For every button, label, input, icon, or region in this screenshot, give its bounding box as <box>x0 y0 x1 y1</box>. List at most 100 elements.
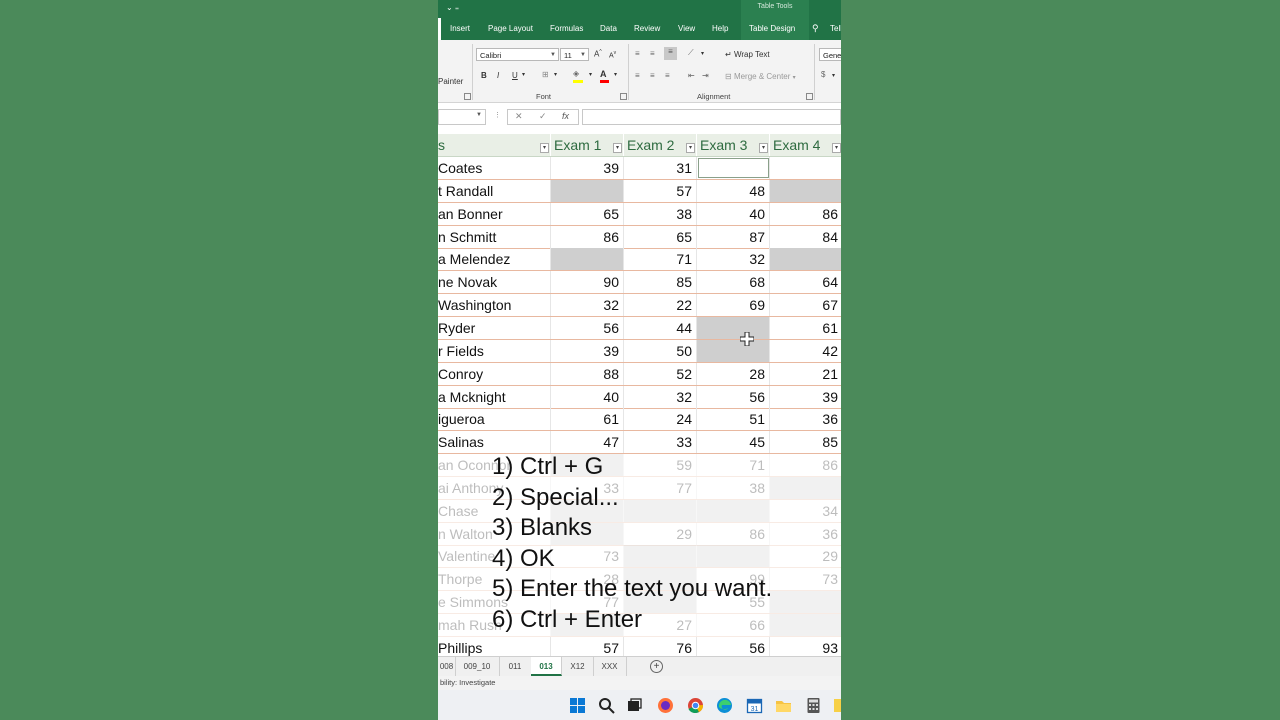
student-name-cell[interactable]: t Randall <box>438 179 551 202</box>
edge-icon[interactable] <box>716 697 733 714</box>
student-name-cell[interactable]: Conroy <box>438 362 551 385</box>
align-left-icon[interactable]: ≡ <box>635 71 640 80</box>
exam-3-cell[interactable]: 56 <box>697 385 770 408</box>
align-bottom-icon[interactable]: ≡ <box>664 47 677 60</box>
sheet-tab-xxx[interactable]: XXX <box>593 657 627 676</box>
add-sheet-icon[interactable]: + <box>650 660 663 673</box>
exam-4-cell[interactable]: 29 <box>770 545 841 567</box>
exam-2-cell[interactable]: 50 <box>624 339 697 362</box>
merge-center-button[interactable]: ⊟ Merge & Center ▾ <box>725 72 796 81</box>
exam-3-cell[interactable]: 45 <box>697 431 770 454</box>
tab-review[interactable]: Review <box>634 24 660 33</box>
exam-1-cell[interactable]: 39 <box>551 339 624 362</box>
quick-access-chevron-icon[interactable]: ⌄ ₌ <box>446 3 459 12</box>
exam-2-cell[interactable]: 57 <box>624 179 697 202</box>
exam-1-cell[interactable]: 39 <box>551 157 624 179</box>
name-column-header[interactable]: s ▾ <box>438 134 551 156</box>
calendar-icon[interactable]: 31 <box>746 697 763 714</box>
fill-color-icon[interactable]: ◈ <box>573 69 583 83</box>
exam-1-cell[interactable] <box>551 179 624 202</box>
sheet-tab-008[interactable]: 008 <box>438 657 456 676</box>
font-name-dropdown[interactable]: Calibri ▼ <box>476 48 559 61</box>
chevron-down-icon[interactable]: ▾ <box>701 50 704 57</box>
tab-help[interactable]: Help <box>712 24 728 33</box>
exam-3-cell[interactable]: 51 <box>697 408 770 431</box>
exam-3-cell[interactable]: 56 <box>697 636 770 656</box>
font-size-dropdown[interactable]: 11 ▼ <box>560 48 589 61</box>
exam-4-cell[interactable] <box>770 248 841 271</box>
exam-4-cell[interactable] <box>770 179 841 202</box>
exam-2-cell[interactable]: 44 <box>624 316 697 339</box>
student-name-cell[interactable]: Washington <box>438 294 551 317</box>
align-top-icon[interactable]: ≡ <box>635 49 640 58</box>
exam-4-cell[interactable]: 61 <box>770 317 841 339</box>
student-name-cell[interactable]: an Bonner <box>438 202 551 225</box>
exam-4-cell[interactable]: 67 <box>770 294 841 316</box>
exam-2-cell[interactable]: 71 <box>624 248 697 271</box>
exam-2-cell[interactable]: 22 <box>624 294 697 317</box>
formula-input[interactable] <box>582 109 841 125</box>
exam-2-header[interactable]: Exam 2 ▾ <box>624 134 697 156</box>
calculator-icon[interactable] <box>805 697 822 714</box>
number-format-dropdown[interactable]: Gene <box>819 48 841 61</box>
chevron-down-icon[interactable]: ▾ <box>554 71 557 78</box>
student-name-cell[interactable]: r Fields <box>438 339 551 362</box>
tab-insert[interactable]: Insert <box>450 24 470 33</box>
tab-table-design[interactable]: Table Design <box>749 24 795 33</box>
alignment-launcher-icon[interactable] <box>806 93 813 100</box>
borders-icon[interactable]: ⊞ <box>542 70 549 79</box>
exam-4-cell[interactable]: 42 <box>770 340 841 362</box>
exam-4-cell[interactable]: 84 <box>770 226 841 248</box>
tab-data[interactable]: Data <box>600 24 617 33</box>
tab-view[interactable]: View <box>678 24 695 33</box>
exam-4-cell[interactable]: 21 <box>770 363 841 385</box>
chevron-down-icon[interactable]: ▾ <box>614 71 617 78</box>
student-name-cell[interactable]: Salinas <box>438 431 551 454</box>
tab-page-layout[interactable]: Page Layout <box>488 24 533 33</box>
insert-function-button[interactable]: fx <box>562 111 569 121</box>
exam-4-cell[interactable]: 39 <box>770 386 841 408</box>
firefox-icon[interactable] <box>657 697 674 714</box>
exam-2-cell[interactable]: 85 <box>624 271 697 294</box>
exam-1-cell[interactable]: 65 <box>551 202 624 225</box>
exam-4-cell[interactable]: 93 <box>770 637 841 656</box>
student-name-cell[interactable]: a Mcknight <box>438 385 551 408</box>
exam-1-cell[interactable]: 57 <box>551 636 624 656</box>
chevron-down-icon[interactable]: ▾ <box>832 72 835 79</box>
exam-4-cell[interactable]: 36 <box>770 523 841 545</box>
search-icon[interactable] <box>598 697 615 714</box>
exam-4-cell[interactable]: 85 <box>770 431 841 453</box>
italic-button[interactable]: I <box>497 71 499 80</box>
exam-4-cell[interactable] <box>770 614 841 636</box>
decrease-font-icon[interactable]: Av <box>609 50 616 59</box>
wrap-text-button[interactable]: ↵ Wrap Text <box>725 50 770 59</box>
exam-4-header[interactable]: Exam 4 ▾ <box>770 134 841 156</box>
exam-4-cell[interactable]: 64 <box>770 271 841 293</box>
student-name-cell[interactable]: n Schmitt <box>438 225 551 248</box>
filter-dropdown-icon[interactable]: ▾ <box>613 143 622 153</box>
enter-icon[interactable]: ✓ <box>539 111 547 122</box>
currency-icon[interactable]: $ <box>821 70 825 79</box>
chevron-down-icon[interactable]: ▾ <box>589 71 592 78</box>
filter-dropdown-icon[interactable]: ▾ <box>759 143 768 153</box>
exam-1-cell[interactable]: 47 <box>551 431 624 454</box>
exam-2-cell[interactable]: 65 <box>624 225 697 248</box>
exam-3-cell[interactable]: 32 <box>697 248 770 271</box>
font-launcher-icon[interactable] <box>620 93 627 100</box>
align-center-icon[interactable]: ≡ <box>650 71 655 80</box>
exam-3-cell[interactable]: 87 <box>697 225 770 248</box>
student-name-cell[interactable]: Phillips <box>438 636 551 656</box>
filter-dropdown-icon[interactable]: ▾ <box>832 143 841 153</box>
exam-1-cell[interactable]: 56 <box>551 316 624 339</box>
name-box[interactable]: ▼ <box>438 109 486 125</box>
windows-start-icon[interactable] <box>569 697 586 714</box>
exam-4-cell[interactable] <box>770 157 841 179</box>
sheet-tab-009-10[interactable]: 009_10 <box>455 657 500 676</box>
align-middle-icon[interactable]: ≡ <box>650 49 655 58</box>
font-color-icon[interactable]: A <box>600 69 609 83</box>
home-tab-edge[interactable] <box>438 18 441 40</box>
exam-2-cell[interactable]: 52 <box>624 362 697 385</box>
file-explorer-icon[interactable] <box>775 697 792 714</box>
exam-1-cell[interactable]: 40 <box>551 385 624 408</box>
exam-1-cell[interactable]: 32 <box>551 294 624 317</box>
